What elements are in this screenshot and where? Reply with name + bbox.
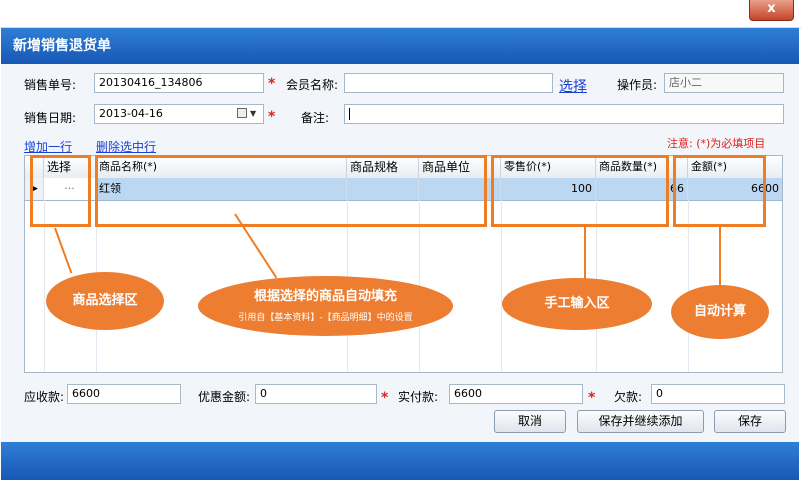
required-mark: * (381, 390, 389, 406)
operator-input[interactable]: 店小二 (664, 73, 784, 93)
paid-label: 实付款: (398, 390, 439, 404)
callout-line (584, 227, 586, 281)
cancel-button[interactable]: 取消 (494, 410, 566, 433)
save-button[interactable]: 保存 (714, 410, 786, 433)
remark-input[interactable] (344, 104, 784, 124)
auto-calc-highlight (673, 155, 766, 227)
member-label: 会员名称: (286, 78, 339, 92)
auto-fill-callout-sub: 引用自【基本资料】-【商品明细】中的设置 (238, 313, 413, 323)
sales-date-label: 销售日期: (24, 111, 77, 125)
required-mark: * (268, 109, 276, 125)
manual-input-callout: 手工输入区 (502, 278, 652, 330)
sales-no-label: 销售单号: (24, 78, 77, 92)
close-button[interactable]: x (749, 0, 794, 21)
calendar-icon[interactable] (237, 108, 247, 118)
auto-calc-callout: 自动计算 (671, 285, 769, 339)
discount-input[interactable]: 0 (255, 384, 377, 404)
add-row-link[interactable]: 增加一行 (24, 138, 72, 155)
receivable-input[interactable]: 6600 (67, 384, 181, 404)
auto-fill-highlight (95, 155, 487, 227)
required-notice: 注意: (*)为必填项目 (667, 137, 766, 150)
remark-label: 备注: (301, 111, 330, 125)
footer-bar (1, 442, 799, 480)
chevron-down-icon[interactable]: ▼ (250, 105, 256, 123)
delete-row-link[interactable]: 删除选中行 (96, 138, 156, 155)
paid-input[interactable]: 6600 (449, 384, 583, 404)
sales-date-value: 2013-04-16 (99, 107, 163, 120)
required-mark: * (268, 76, 276, 92)
auto-fill-callout-title: 根据选择的商品自动填充 (253, 289, 397, 304)
save-and-continue-button[interactable]: 保存并继续添加 (577, 410, 704, 433)
owed-input[interactable]: 0 (651, 384, 785, 404)
text-cursor (349, 108, 350, 120)
member-select-link[interactable]: 选择 (559, 76, 587, 96)
callout-line (719, 227, 721, 287)
select-area-highlight (30, 155, 91, 227)
owed-label: 欠款: (614, 390, 643, 404)
discount-label: 优惠金额: (198, 390, 251, 404)
required-mark: * (588, 390, 596, 406)
sales-date-picker[interactable]: 2013-04-16 ▼ (94, 104, 264, 124)
manual-input-highlight (491, 155, 669, 227)
select-area-callout: 商品选择区 (46, 272, 164, 330)
operator-label: 操作员: (617, 78, 658, 92)
window-titlebar (0, 0, 801, 28)
dialog-title: 新增销售退货单 (1, 28, 799, 64)
auto-fill-callout: 根据选择的商品自动填充 引用自【基本资料】-【商品明细】中的设置 (198, 276, 453, 336)
receivable-label: 应收款: (24, 390, 65, 404)
member-input[interactable] (344, 73, 553, 93)
sales-no-input[interactable]: 20130416_134806 (94, 73, 264, 93)
